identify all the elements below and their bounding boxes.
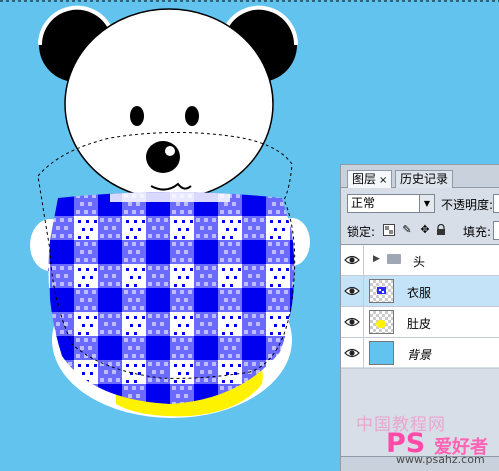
layer-row-clothes[interactable]: 衣服 bbox=[341, 276, 499, 307]
layer-list: ▶ 头 衣服 肚皮 背景 bbox=[341, 244, 499, 369]
eye-icon[interactable] bbox=[344, 315, 360, 329]
layer-name: 背景 bbox=[407, 348, 432, 362]
eye-icon[interactable] bbox=[344, 253, 360, 267]
opacity-label: 不透明度: bbox=[441, 198, 494, 212]
fill-label: 填充: bbox=[463, 225, 492, 239]
layer-name: 头 bbox=[413, 255, 426, 269]
eye-divider bbox=[363, 276, 364, 306]
shirt-collar bbox=[110, 192, 230, 202]
right-eye bbox=[185, 106, 199, 126]
fill-field[interactable] bbox=[493, 221, 499, 240]
move-icon[interactable]: ✥ bbox=[419, 224, 431, 236]
blend-mode-value: 正常 bbox=[351, 196, 376, 210]
eye-divider bbox=[363, 245, 364, 275]
tab-layers[interactable]: 图层 × bbox=[347, 170, 393, 189]
brush-icon[interactable]: ✎ bbox=[401, 224, 413, 236]
layer-row-belly[interactable]: 肚皮 bbox=[341, 307, 499, 338]
layer-thumbnail bbox=[369, 310, 394, 334]
watermark-url: www.psahz.com bbox=[396, 453, 485, 466]
lock-transparency-icon[interactable] bbox=[383, 224, 395, 236]
layer-row-background[interactable]: 背景 bbox=[341, 338, 499, 369]
lock-label: 锁定: bbox=[347, 225, 376, 239]
close-icon[interactable]: × bbox=[379, 172, 387, 189]
tab-history[interactable]: 历史记录 bbox=[395, 170, 454, 188]
eye-divider bbox=[363, 338, 364, 368]
expand-arrow-icon[interactable]: ▶ bbox=[373, 254, 380, 264]
panel-tabs: 图层 × 历史记录 bbox=[341, 165, 499, 188]
eye-divider bbox=[363, 307, 364, 337]
opacity-field[interactable] bbox=[493, 194, 499, 213]
layer-name: 衣服 bbox=[407, 286, 432, 300]
lock-icon[interactable] bbox=[435, 223, 447, 236]
left-eye bbox=[130, 106, 144, 126]
layer-name: 肚皮 bbox=[407, 317, 432, 331]
eye-icon[interactable] bbox=[344, 284, 360, 298]
nose-highlight bbox=[165, 146, 175, 156]
layer-row-head-group[interactable]: ▶ 头 bbox=[341, 245, 499, 276]
nose bbox=[146, 141, 180, 173]
layer-thumbnail bbox=[369, 279, 394, 303]
folder-icon bbox=[387, 254, 401, 264]
layer-thumbnail bbox=[369, 341, 394, 365]
shirt bbox=[48, 192, 295, 404]
blend-mode-select[interactable]: 正常 ▼ bbox=[347, 194, 435, 213]
tab-layers-label: 图层 bbox=[352, 172, 377, 186]
tab-history-label: 历史记录 bbox=[400, 172, 449, 186]
chevron-down-icon[interactable]: ▼ bbox=[419, 195, 434, 212]
eye-icon[interactable] bbox=[344, 346, 360, 360]
